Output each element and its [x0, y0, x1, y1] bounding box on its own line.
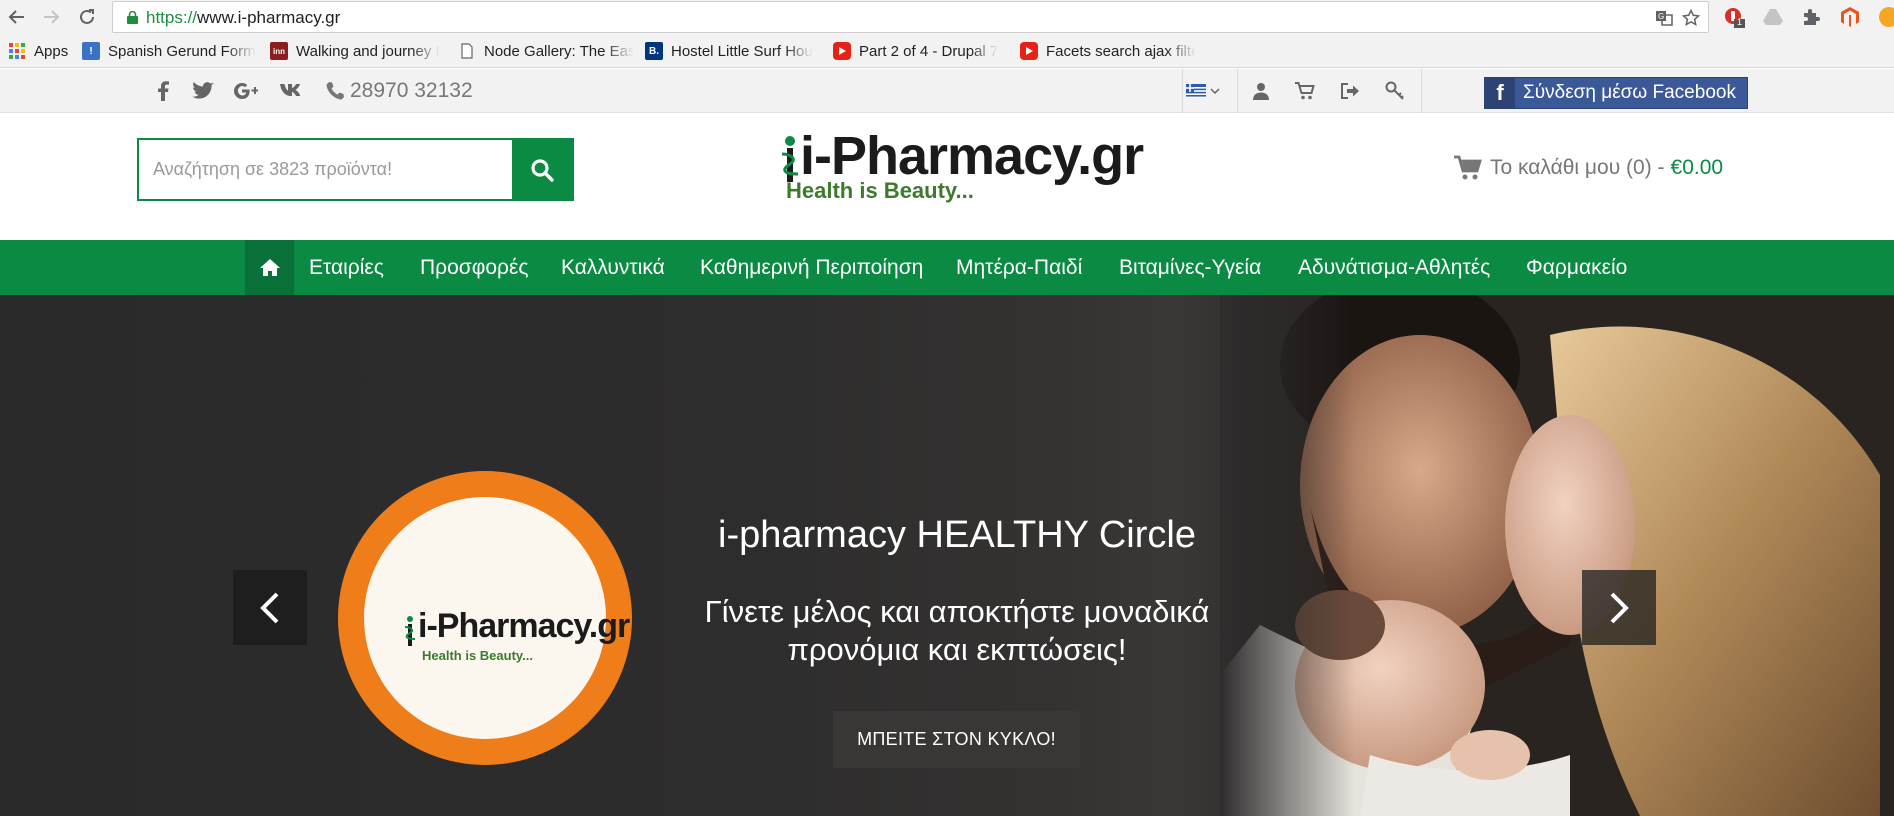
main-menu: Εταιρίες Προσφορές Καλλυντικά Καθημερινή…: [0, 240, 1894, 295]
bookmark-inn-icon: inn: [270, 42, 288, 60]
badge-tagline: Health is Beauty...: [422, 648, 534, 663]
magento-icon[interactable]: [1838, 5, 1862, 29]
sign-out-icon[interactable]: [1337, 79, 1363, 103]
bookmark-walking-journey[interactable]: inn Walking and journey I: [270, 41, 440, 61]
twitter-icon[interactable]: [190, 79, 216, 103]
slider-prev-button[interactable]: [233, 570, 307, 645]
logo-text: i-Pharmacy.gr: [800, 126, 1144, 186]
language-selector[interactable]: [1183, 79, 1223, 103]
bookmark-spanish-gerund[interactable]: ! Spanish Gerund Form: [82, 41, 256, 61]
slider-next-button[interactable]: [1582, 570, 1656, 645]
badge-inner: i-Pharmacy.gr Health is Beauty...: [364, 497, 630, 739]
greek-flag-icon: [1186, 84, 1206, 98]
apps-grid-icon: [8, 42, 26, 60]
logo-tagline: Health is Beauty...: [786, 178, 974, 203]
browser-toolbar: https://www.i-pharmacy.gr G 1: [0, 0, 1894, 34]
phone-number: 28970 32132: [350, 79, 473, 102]
cart-icon: [1454, 155, 1482, 180]
url-text: https://www.i-pharmacy.gr: [146, 8, 340, 28]
puzzle-extension-icon[interactable]: [1799, 5, 1823, 29]
join-circle-button[interactable]: ΜΠΕΙΤΕ ΣΤΟΝ ΚΥΚΛΟ!: [833, 711, 1080, 768]
bookmark-label: Facets search ajax filte: [1046, 42, 1196, 60]
site-logo[interactable]: i-Pharmacy.gr Health is Beauty...: [778, 126, 1144, 210]
search-form: [137, 138, 574, 201]
menu-item-vitamins-health[interactable]: Βιταμίνες-Υγεία: [1119, 256, 1261, 280]
facebook-login-button[interactable]: f Σύνδεση μέσω Facebook: [1484, 77, 1748, 109]
bookmark-label: Spanish Gerund Form: [108, 42, 256, 60]
menu-item-companies[interactable]: Εταιρίες: [309, 256, 384, 280]
cart-label: Το καλάθι μου (0) -: [1490, 156, 1665, 179]
extension-orange-icon[interactable]: [1879, 7, 1894, 27]
booking-icon: B.: [645, 42, 663, 60]
caduceus-icon: [781, 136, 799, 182]
translate-icon[interactable]: G: [1653, 7, 1675, 29]
bookmark-drupal-part2[interactable]: Part 2 of 4 - Drupal 7: [833, 41, 998, 61]
bookmark-label: Apps: [34, 42, 69, 60]
drive-icon[interactable]: [1761, 5, 1785, 29]
healthy-circle-badge: i-Pharmacy.gr Health is Beauty...: [338, 471, 632, 765]
address-bar[interactable]: https://www.i-pharmacy.gr G: [112, 1, 1709, 33]
mini-cart[interactable]: Το καλάθι μου (0) - €0.00: [1454, 155, 1723, 181]
google-plus-icon[interactable]: [232, 79, 260, 103]
search-button[interactable]: [512, 140, 572, 199]
menu-item-mother-child[interactable]: Μητέρα-Παιδί: [956, 256, 1082, 280]
facebook-icon: f: [1485, 78, 1515, 108]
facebook-login-label: Σύνδεση μέσω Facebook: [1523, 82, 1736, 103]
bookmark-label: Walking and journey I: [296, 42, 440, 60]
phone-icon: [326, 82, 344, 100]
user-account-icon[interactable]: [1248, 79, 1274, 103]
bookmark-star-icon[interactable]: [1680, 7, 1702, 29]
youtube-icon: [1020, 42, 1038, 60]
badge-logo-text: i-Pharmacy.gr: [418, 607, 630, 645]
search-icon: [531, 158, 554, 182]
home-icon: [259, 259, 280, 276]
cart-total: €0.00: [1670, 156, 1724, 179]
menu-item-cosmetics[interactable]: Καλλυντικά: [561, 256, 665, 280]
youtube-icon: [833, 42, 851, 60]
bookmark-label: Node Gallery: The Eas: [484, 42, 634, 60]
facebook-icon[interactable]: [152, 79, 174, 103]
phone-contact[interactable]: 28970 32132: [325, 79, 473, 103]
bookmark-blue-icon: !: [82, 42, 100, 60]
hero-title: i-pharmacy HEALTHY Circle: [718, 514, 1196, 556]
svg-text:G: G: [1658, 12, 1664, 21]
chevron-right-icon: [1610, 592, 1629, 623]
extension-red-icon[interactable]: 1: [1722, 5, 1746, 29]
reload-icon[interactable]: [75, 5, 99, 29]
bookmark-node-gallery[interactable]: Node Gallery: The Eas: [458, 41, 634, 61]
bookmark-label: Part 2 of 4 - Drupal 7: [859, 42, 999, 60]
bookmark-hostel[interactable]: B. Hostel Little Surf Hou: [645, 41, 813, 61]
menu-home[interactable]: [245, 240, 294, 295]
hero-subtitle: Γίνετε μέλος και αποκτήστε μοναδικά προν…: [640, 593, 1274, 669]
bookmark-label: Hostel Little Surf Hou: [671, 42, 813, 60]
shopping-cart-icon[interactable]: [1292, 79, 1318, 103]
bookmark-apps[interactable]: Apps: [8, 41, 68, 61]
url-host: www.i-pharmacy.gr: [197, 8, 341, 27]
lock-icon: [127, 11, 138, 24]
key-icon[interactable]: [1382, 79, 1408, 103]
forward-icon[interactable]: [39, 5, 63, 29]
url-scheme: https://: [146, 8, 198, 27]
chevron-down-icon: [1210, 88, 1220, 95]
bookmark-facets-search[interactable]: Facets search ajax filte: [1020, 41, 1196, 61]
menu-item-offers[interactable]: Προσφορές: [420, 256, 528, 280]
page-icon: [458, 42, 476, 60]
hero-slider: i-Pharmacy.gr Health is Beauty... i-phar…: [0, 295, 1894, 816]
hero-subtitle-line1: Γίνετε μέλος και αποκτήστε μοναδικά: [704, 594, 1210, 629]
menu-item-slimming-athletes[interactable]: Αδυνάτισμα-Αθλητές: [1298, 256, 1490, 280]
menu-item-pharmacy[interactable]: Φαρμακείο: [1526, 256, 1627, 280]
back-icon[interactable]: [5, 5, 29, 29]
bookmarks-bar: Apps ! Spanish Gerund Form inn Walking a…: [0, 34, 1894, 68]
caduceus-icon: [404, 616, 416, 646]
topbar-divider: [1421, 69, 1422, 113]
vk-icon[interactable]: [277, 79, 307, 103]
search-input[interactable]: [139, 140, 512, 199]
family-photo: [1220, 295, 1894, 816]
chevron-left-icon: [260, 592, 279, 623]
hero-subtitle-line2: προνόμια και εκπτώσεις!: [787, 632, 1127, 667]
topbar-divider: [1237, 69, 1238, 113]
site-topbar: 28970 32132 f Σύνδεση μέσω Facebook: [0, 69, 1894, 113]
extension-badge: 1: [1737, 17, 1743, 27]
menu-item-daily-care[interactable]: Καθημερινή Περιποίηση: [700, 256, 923, 280]
